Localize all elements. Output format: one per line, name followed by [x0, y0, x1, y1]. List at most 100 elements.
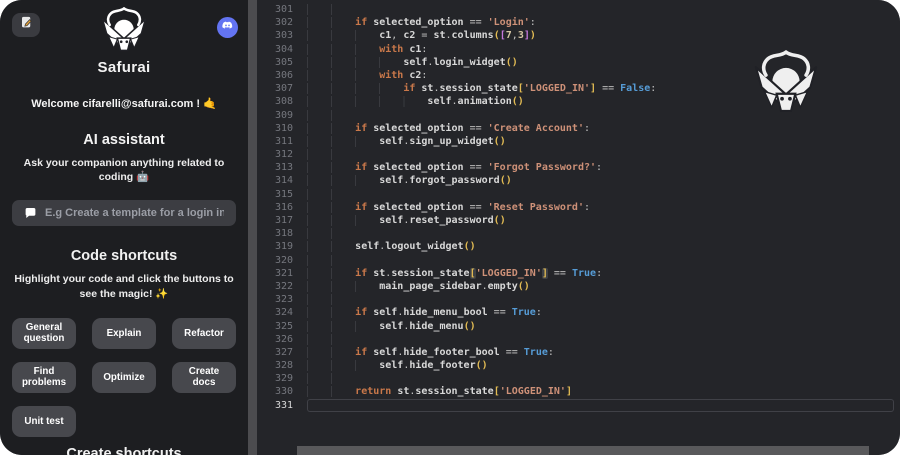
line-number: 320 — [257, 254, 307, 267]
code-text: if self.hide_footer_bool == True: — [307, 346, 894, 359]
ai-assistant-title: AI assistant — [0, 132, 248, 148]
code-text: self.hide_footer() — [307, 359, 894, 372]
line-number: 308 — [257, 95, 307, 108]
code-line[interactable]: 313 if selected_option == 'Forgot Passwo… — [257, 161, 900, 174]
ai-assistant-subtitle: Ask your companion anything related to c… — [10, 156, 238, 184]
discord-icon — [221, 19, 234, 37]
code-line[interactable]: 314 self.forgot_password() — [257, 174, 900, 187]
line-number: 319 — [257, 240, 307, 253]
code-editor[interactable]: 301 302 if selected_option == 'Login':30… — [257, 0, 900, 455]
line-number: 331 — [257, 399, 307, 412]
line-number: 306 — [257, 69, 307, 82]
line-number: 303 — [257, 29, 307, 42]
line-number: 327 — [257, 346, 307, 359]
safurai-logo — [98, 7, 150, 59]
code-text: if selected_option == 'Login': — [307, 16, 894, 29]
code-text: if selected_option == 'Forgot Password?'… — [307, 161, 894, 174]
shortcut-button-general-question[interactable]: General question — [12, 318, 76, 349]
code-line-current[interactable]: 331 — [257, 399, 900, 412]
prompt-input[interactable]: E.g Create a template for a login in Rea… — [12, 200, 236, 226]
line-number: 324 — [257, 306, 307, 319]
shortcut-button-find-problems[interactable]: Find problems — [12, 362, 76, 393]
code-text: if self.hide_menu_bool == True: — [307, 306, 894, 319]
line-number: 325 — [257, 320, 307, 333]
code-line[interactable]: 317 self.reset_password() — [257, 214, 900, 227]
line-number: 326 — [257, 333, 307, 346]
code-text: self.logout_widget() — [307, 240, 894, 253]
line-number: 312 — [257, 148, 307, 161]
code-text — [307, 372, 894, 385]
code-text — [307, 399, 894, 412]
code-line[interactable]: 328 self.hide_footer() — [257, 359, 900, 372]
line-number: 310 — [257, 122, 307, 135]
line-number: 304 — [257, 43, 307, 56]
code-text: self.hide_menu() — [307, 320, 894, 333]
code-line[interactable]: 318 — [257, 227, 900, 240]
welcome-message: Welcome cifarelli@safurai.com ! 🤙 — [0, 97, 248, 110]
chat-bubble-icon — [24, 207, 37, 220]
line-number: 315 — [257, 188, 307, 201]
safurai-watermark-icon — [750, 50, 822, 116]
app-window: Safurai Welcome cifarelli@safurai.com ! … — [0, 0, 900, 455]
code-line[interactable]: 320 — [257, 254, 900, 267]
code-line[interactable]: 302 if selected_option == 'Login': — [257, 16, 900, 29]
code-text: if selected_option == 'Reset Password': — [307, 201, 894, 214]
code-line[interactable]: 312 — [257, 148, 900, 161]
code-line[interactable]: 325 self.hide_menu() — [257, 320, 900, 333]
code-line[interactable]: 311 self.sign_up_widget() — [257, 135, 900, 148]
code-text: if st.session_state['LOGGED_IN'] == True… — [307, 267, 894, 280]
code-line[interactable]: 319 self.logout_widget() — [257, 240, 900, 253]
code-line[interactable]: 322 main_page_sidebar.empty() — [257, 280, 900, 293]
shortcut-button-refactor[interactable]: Refactor — [172, 318, 236, 349]
line-number: 321 — [257, 267, 307, 280]
create-shortcuts-title: Create shortcuts — [0, 446, 248, 455]
code-line[interactable]: 326 — [257, 333, 900, 346]
code-line[interactable]: 316 if selected_option == 'Reset Passwor… — [257, 201, 900, 214]
code-line[interactable]: 330 return st.session_state['LOGGED_IN'] — [257, 385, 900, 398]
line-number: 302 — [257, 16, 307, 29]
code-text: self.reset_password() — [307, 214, 894, 227]
editor-horizontal-scrollbar[interactable] — [297, 446, 869, 455]
code-text: return st.session_state['LOGGED_IN'] — [307, 385, 894, 398]
sidebar-header — [0, 0, 248, 56]
line-number: 307 — [257, 82, 307, 95]
code-line[interactable]: 324 if self.hide_menu_bool == True: — [257, 306, 900, 319]
shortcut-button-explain[interactable]: Explain — [92, 318, 156, 349]
line-number: 314 — [257, 174, 307, 187]
code-text — [307, 333, 894, 346]
code-line[interactable]: 329 — [257, 372, 900, 385]
code-text: if selected_option == 'Create Account': — [307, 122, 894, 135]
code-text: main_page_sidebar.empty() — [307, 280, 894, 293]
line-number: 316 — [257, 201, 307, 214]
code-text — [307, 227, 894, 240]
code-line[interactable]: 323 — [257, 293, 900, 306]
line-number: 305 — [257, 56, 307, 69]
discord-button[interactable] — [217, 17, 238, 38]
line-number: 330 — [257, 385, 307, 398]
line-number: 313 — [257, 161, 307, 174]
code-line[interactable]: 310 if selected_option == 'Create Accoun… — [257, 122, 900, 135]
code-text — [307, 188, 894, 201]
prompt-placeholder: E.g Create a template for a login in Rea… — [45, 207, 224, 219]
sidebar-scrollbar[interactable] — [248, 0, 257, 455]
shortcut-button-create-docs[interactable]: Create docs — [172, 362, 236, 393]
code-text — [307, 3, 894, 16]
line-number: 322 — [257, 280, 307, 293]
code-line[interactable]: 301 — [257, 3, 900, 16]
code-line[interactable]: 303 c1, c2 = st.columns([7,3]) — [257, 29, 900, 42]
code-shortcuts-title: Code shortcuts — [0, 248, 248, 264]
shortcut-button-optimize[interactable]: Optimize — [92, 362, 156, 393]
code-text — [307, 254, 894, 267]
shortcut-button-unit-test[interactable]: Unit test — [12, 406, 76, 437]
code-line[interactable]: 321 if st.session_state['LOGGED_IN'] == … — [257, 267, 900, 280]
code-line[interactable]: 327 if self.hide_footer_bool == True: — [257, 346, 900, 359]
code-line[interactable]: 315 — [257, 188, 900, 201]
code-text: self.forgot_password() — [307, 174, 894, 187]
edit-note-icon — [19, 15, 34, 35]
line-number: 301 — [257, 3, 307, 16]
safurai-sidebar: Safurai Welcome cifarelli@safurai.com ! … — [0, 0, 248, 455]
code-text: c1, c2 = st.columns([7,3]) — [307, 29, 894, 42]
code-text — [307, 293, 894, 306]
code-text: self.sign_up_widget() — [307, 135, 894, 148]
new-note-button[interactable] — [12, 13, 40, 37]
